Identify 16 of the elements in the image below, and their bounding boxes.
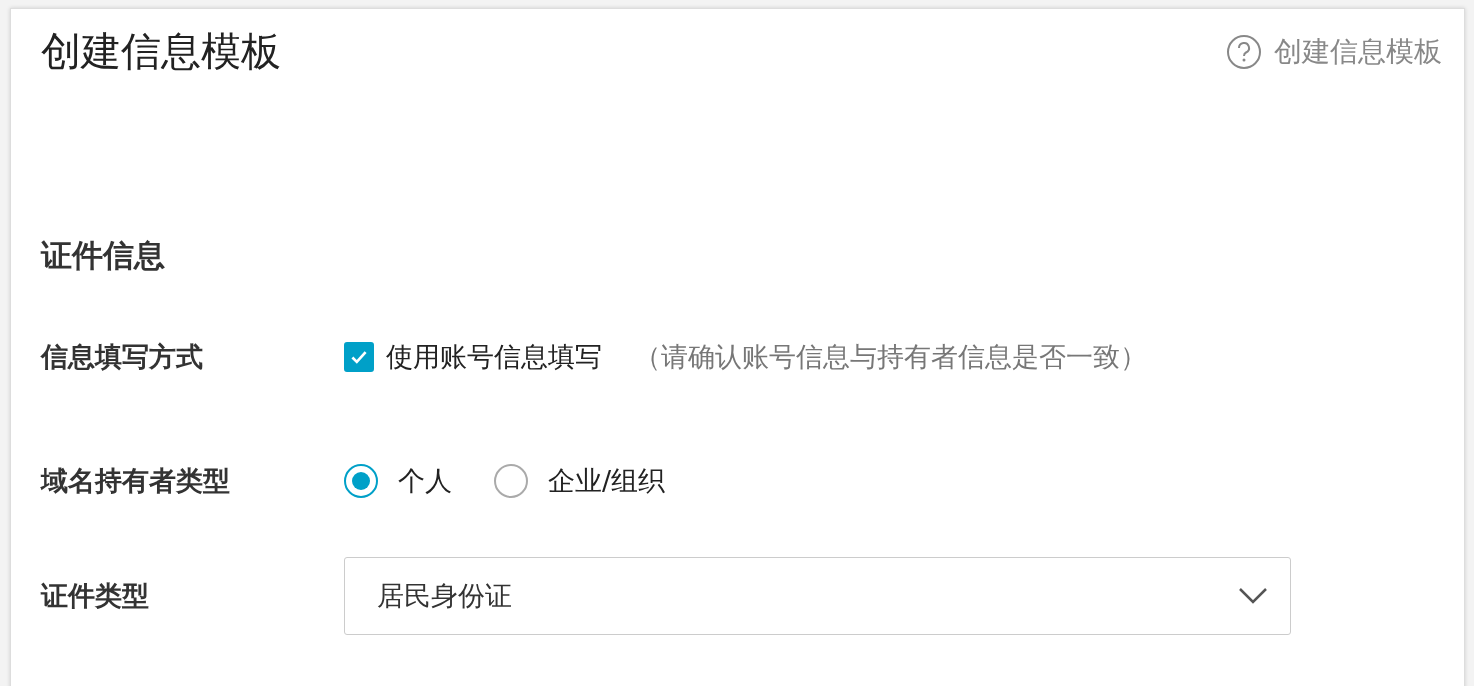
radio-option[interactable]: 企业/组织: [494, 463, 666, 499]
help-icon: [1226, 34, 1262, 70]
select-field[interactable]: 居民身份证: [344, 557, 1291, 635]
radio-option[interactable]: 个人: [344, 463, 452, 499]
radio-button[interactable]: [494, 464, 528, 498]
radio-button[interactable]: [344, 464, 378, 498]
page-title: 创建信息模板: [41, 27, 281, 75]
field-label: 证件类型: [41, 579, 150, 613]
field-label: 域名持有者类型: [41, 464, 231, 498]
help-link[interactable]: 创建信息模板: [1226, 33, 1442, 71]
section-heading: 证件信息: [41, 236, 166, 275]
chevron-down-icon: [1238, 587, 1268, 605]
checkbox[interactable]: [344, 342, 374, 372]
field-label: 信息填写方式: [41, 340, 204, 374]
hint-text: （请确认账号信息与持有者信息是否一致）: [634, 340, 1147, 374]
checkbox-option[interactable]: 使用账号信息填写: [344, 339, 602, 375]
